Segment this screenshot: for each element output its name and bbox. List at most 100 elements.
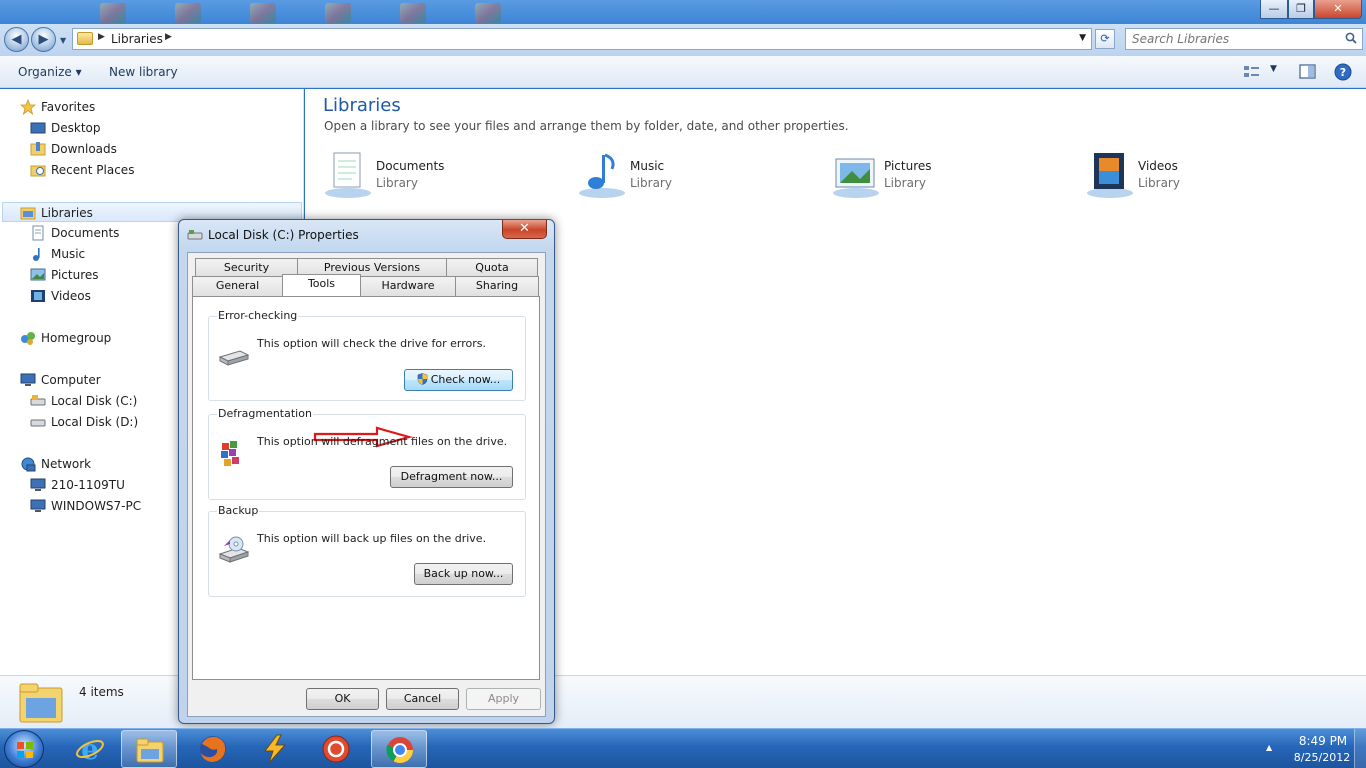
library-type: Library — [630, 176, 672, 190]
nav-desktop[interactable]: Desktop — [30, 118, 101, 138]
library-documents[interactable]: Documents Library — [322, 149, 562, 205]
taskbar-windows-explorer[interactable] — [121, 730, 177, 768]
dialog-close-button[interactable]: ✕ — [502, 220, 547, 239]
nav-videos[interactable]: Videos — [31, 286, 91, 306]
address-bar-strip: ◀ ▶ ▼ ▶ Libraries ▶ ▼ ⟳ — [0, 24, 1366, 56]
command-bar: Organize ▾ New library ▼ ? — [0, 56, 1366, 88]
nav-network[interactable]: Network — [21, 454, 92, 474]
forward-button[interactable]: ▶ — [31, 27, 56, 52]
tab-sharing[interactable]: Sharing — [455, 276, 539, 296]
windows-explorer-icon — [136, 738, 164, 763]
tab-quota[interactable]: Quota — [446, 258, 538, 276]
tab-general[interactable]: General — [192, 276, 283, 296]
nav-local-disk-d[interactable]: Local Disk (D:) — [30, 412, 138, 432]
ghost-desktop-icon — [475, 3, 501, 23]
nav-label: WINDOWS7-PC — [51, 499, 142, 513]
minimize-button[interactable]: — — [1260, 0, 1288, 19]
nav-pictures[interactable]: Pictures — [30, 265, 99, 285]
nav-recent-places[interactable]: Recent Places — [30, 160, 134, 180]
taskbar-firefox[interactable] — [185, 730, 241, 768]
library-name: Music — [630, 159, 665, 173]
taskbar: e ▲ 8:49 PM 8/25/2012 — [0, 728, 1366, 768]
nav-music[interactable]: Music — [33, 244, 86, 264]
show-desktop-button[interactable] — [1354, 729, 1366, 768]
nav-favorites[interactable]: Favorites — [20, 97, 96, 117]
error-checking-group: Error-checking This option will check th… — [208, 309, 526, 448]
new-library-button[interactable]: New library — [109, 65, 178, 79]
internet-explorer-icon: e — [76, 734, 104, 764]
organize-menu[interactable]: Organize ▾ — [18, 65, 82, 79]
breadcrumb-arrow-icon[interactable]: ▶ — [98, 32, 105, 42]
nav-label: Network — [41, 457, 92, 471]
library-name: Documents — [376, 159, 445, 173]
taskbar-chrome[interactable] — [371, 730, 427, 768]
taskbar-internet-explorer[interactable]: e — [62, 730, 118, 768]
nav-label: Music — [51, 247, 86, 261]
nav-local-disk-c[interactable]: Local Disk (C:) — [30, 391, 138, 411]
library-pictures[interactable]: Pictures Library — [830, 149, 1070, 205]
change-view-icon[interactable] — [1243, 63, 1263, 81]
nav-computer[interactable]: Computer — [20, 370, 101, 390]
breadcrumb-libraries[interactable]: Libraries — [111, 32, 163, 46]
ok-button[interactable]: OK — [306, 688, 379, 710]
group-description: This option will back up files on the dr… — [257, 532, 487, 545]
library-type: Library — [376, 176, 418, 190]
uac-shield-icon — [417, 373, 428, 385]
clock-date[interactable]: 8/25/2012 — [1286, 751, 1358, 764]
defragment-now-button[interactable]: Defragment now... — [390, 466, 513, 488]
nav-downloads[interactable]: Downloads — [30, 139, 117, 159]
preview-pane-icon[interactable] — [1298, 63, 1318, 81]
nav-pc-windows7[interactable]: WINDOWS7-PC — [30, 496, 142, 516]
help-icon[interactable]: ? — [1333, 63, 1353, 81]
nav-label: Favorites — [41, 100, 96, 114]
show-hidden-icons-button[interactable]: ▲ — [1266, 743, 1272, 752]
nav-documents[interactable]: Documents — [32, 223, 120, 243]
nav-label: Local Disk (C:) — [51, 394, 138, 408]
start-button[interactable] — [4, 730, 44, 768]
breadcrumb-arrow-icon[interactable]: ▶ — [165, 32, 172, 42]
maximize-button[interactable]: ❐ — [1288, 0, 1314, 19]
nav-label: Computer — [41, 373, 101, 387]
library-videos[interactable]: Videos Library — [1084, 149, 1324, 205]
taskbar-vlc-shortcut[interactable] — [247, 730, 303, 768]
back-button[interactable]: ◀ — [4, 27, 29, 52]
tools-tab-panel: Error-checking This option will check th… — [192, 296, 540, 680]
group-description: This option will defragment files on the… — [257, 435, 508, 448]
favorites-star-icon — [20, 99, 36, 115]
nav-label: Desktop — [51, 121, 101, 135]
library-name: Videos — [1138, 159, 1178, 173]
search-input[interactable] — [1126, 29, 1336, 49]
cancel-button[interactable]: Cancel — [386, 688, 459, 710]
library-music[interactable]: Music Library — [576, 149, 816, 205]
check-now-button[interactable]: Check now... — [404, 369, 513, 391]
clock-time[interactable]: 8:49 PM — [1293, 734, 1353, 748]
view-options-chevron-icon[interactable]: ▼ — [1270, 64, 1277, 74]
music-icon — [33, 248, 40, 261]
refresh-button[interactable]: ⟳ — [1095, 29, 1115, 49]
tab-hardware[interactable]: Hardware — [360, 276, 456, 296]
nav-label: Libraries — [41, 206, 93, 220]
library-type: Library — [1138, 176, 1180, 190]
music-library-icon — [579, 153, 625, 198]
apply-button[interactable]: Apply — [466, 688, 541, 710]
backup-group: Backup This option will back up files on… — [208, 504, 526, 597]
backup-icon — [218, 536, 250, 563]
check-now-label: Check now... — [430, 373, 501, 386]
group-title: Error-checking — [217, 309, 299, 322]
address-bar[interactable]: ▶ Libraries ▶ ▼ — [72, 28, 1092, 50]
back-up-now-button[interactable]: Back up now... — [414, 563, 513, 585]
search-box[interactable] — [1125, 28, 1363, 50]
drive-c-icon — [30, 395, 46, 406]
libraries-icon — [20, 207, 36, 220]
firefox-icon — [200, 736, 226, 762]
nav-label: Pictures — [51, 268, 99, 282]
recent-pages-dropdown[interactable]: ▼ — [60, 36, 66, 45]
tab-tools[interactable]: Tools — [282, 274, 361, 296]
address-history-dropdown[interactable]: ▼ — [1079, 33, 1086, 43]
nav-homegroup[interactable]: Homegroup — [21, 328, 111, 348]
nav-label: Downloads — [51, 142, 117, 156]
nav-label: Documents — [51, 226, 120, 240]
taskbar-red-app[interactable] — [308, 730, 364, 768]
close-window-button[interactable]: ✕ — [1314, 0, 1362, 19]
nav-pc-210-1109tu[interactable]: 210-1109TU — [30, 475, 125, 495]
